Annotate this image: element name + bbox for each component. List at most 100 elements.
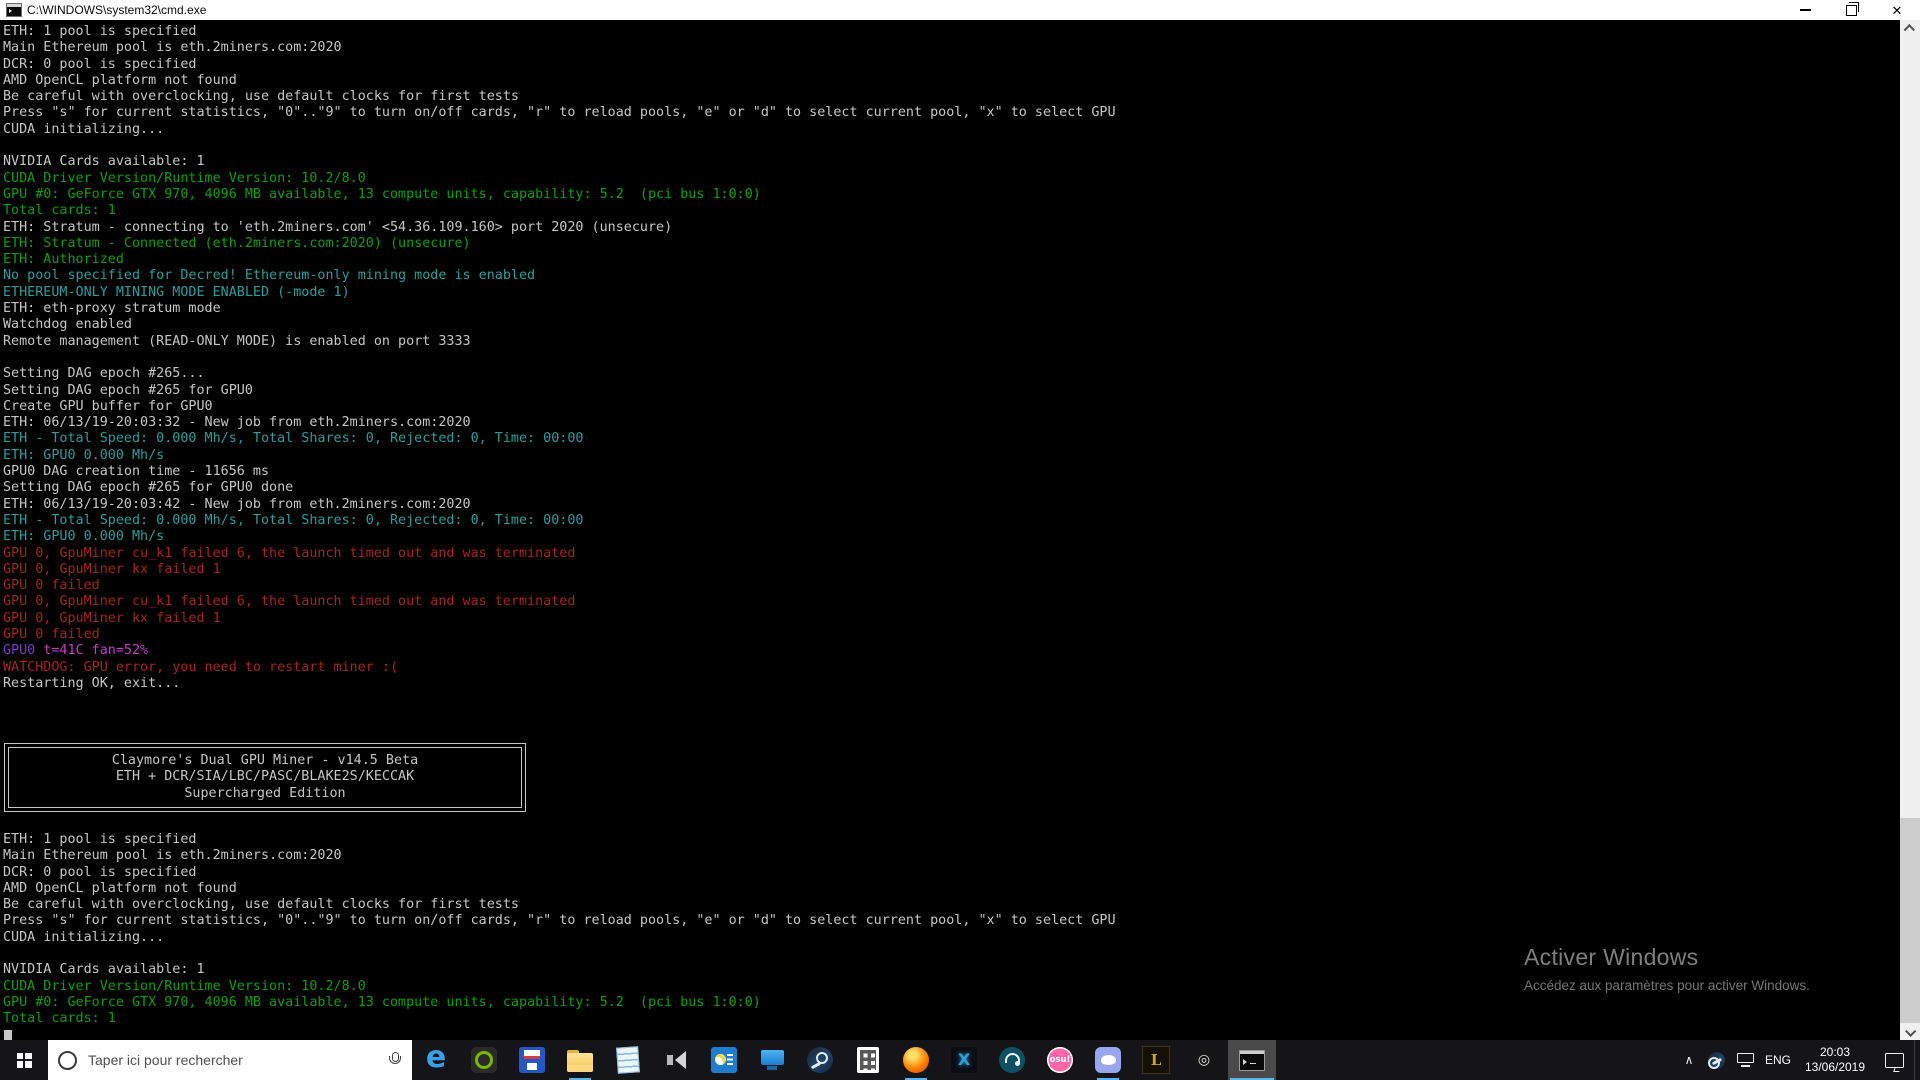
cmd-window-icon <box>6 3 22 17</box>
action-center-icon <box>1884 1052 1904 1068</box>
steam-icon <box>807 1047 833 1073</box>
taskbar-button-monitor[interactable] <box>748 1040 796 1080</box>
steam-tray-icon[interactable] <box>1702 1040 1730 1080</box>
console-line: ETH: 1 pool is specified <box>3 831 197 847</box>
taskbar-button-firefox[interactable] <box>892 1040 940 1080</box>
console-line: Total cards: 1 <box>3 203 116 219</box>
console-line: Be careful with overclocking, use defaul… <box>3 89 519 105</box>
banner-line-2: ETH + DCR/SIA/LBC/PASC/BLAKE2S/KECCAK <box>115 769 415 785</box>
taskbar-button-spiral[interactable]: ◎ <box>1180 1040 1228 1080</box>
scrollbar[interactable] <box>1900 20 1920 1040</box>
firefox-icon <box>903 1047 929 1073</box>
taskbar-button-game[interactable]: X <box>940 1040 988 1080</box>
console-line: ETHEREUM-ONLY MINING MODE ENABLED (-mode… <box>3 284 350 300</box>
console-line: No pool specified for Decred! Ethereum-o… <box>3 268 536 284</box>
taskbar-button-speaker[interactable] <box>652 1040 700 1080</box>
action-center-button[interactable] <box>1874 1040 1914 1080</box>
activate-windows-watermark: Activer Windows Accédez aux paramètres p… <box>1524 944 1810 993</box>
search-input[interactable] <box>86 1051 378 1069</box>
console-line: DCR: 0 pool is specified <box>3 56 197 72</box>
taskbar-clock[interactable]: 20:03 13/06/2019 <box>1796 1040 1874 1080</box>
save-icon <box>519 1047 545 1073</box>
monitor-icon <box>759 1047 785 1073</box>
minimize-button[interactable] <box>1782 0 1828 20</box>
console-line: Remote management (READ-ONLY MODE) is en… <box>3 333 471 349</box>
console-line: AMD OpenCL platform not found <box>3 72 237 88</box>
console-line: Total cards: 1 <box>3 1011 116 1027</box>
console-line: ETH: Authorized <box>3 252 124 268</box>
console-line: ETH: 06/13/19-20:03:32 - New job from et… <box>3 415 471 431</box>
taskbar-button-nvidia[interactable] <box>460 1040 508 1080</box>
taskbar-button-lol[interactable]: L <box>1132 1040 1180 1080</box>
taskbar-button-headset[interactable] <box>988 1040 1036 1080</box>
taskbar-button-notepad[interactable] <box>604 1040 652 1080</box>
console-line: NVIDIA Cards available: 1 <box>3 154 205 170</box>
console-output[interactable]: ETH: 1 pool is specified Main Ethereum po… <box>0 20 1920 1040</box>
clock-time: 20:03 <box>1819 1045 1851 1059</box>
console-line: GPU 0 failed <box>3 578 100 594</box>
taskbar-button-calculator[interactable] <box>844 1040 892 1080</box>
taskbar-search[interactable] <box>48 1040 412 1080</box>
start-button[interactable] <box>0 1040 48 1080</box>
console-line: Main Ethereum pool is eth.2miners.com:20… <box>3 848 342 864</box>
console-line: ETH - Total Speed: 0.000 Mh/s, Total Sha… <box>3 512 584 528</box>
taskbar-button-save[interactable] <box>508 1040 556 1080</box>
console-line: ETH: 06/13/19-20:03:42 - New job from et… <box>3 496 471 512</box>
console-line: CUDA initializing... <box>3 121 165 137</box>
windows-logo-icon <box>16 1052 32 1068</box>
ethernet-icon <box>1736 1053 1754 1067</box>
tray-chevron-icon[interactable]: ∧ <box>1676 1040 1702 1080</box>
taskbar: e Xosu! L ◎ ∧ ENG 20:03 13/06/2019 <box>0 1040 1920 1080</box>
taskbar-button-steam[interactable] <box>796 1040 844 1080</box>
console-line: GPU 0, GpuMiner kx failed 1 <box>3 610 221 626</box>
window-title: C:\WINDOWS\system32\cmd.exe <box>27 3 207 17</box>
taskbar-button-discord[interactable] <box>1084 1040 1132 1080</box>
window-titlebar: C:\WINDOWS\system32\cmd.exe ✕ <box>0 0 1920 20</box>
scroll-thumb[interactable] <box>1900 818 1920 1023</box>
system-icon <box>711 1047 737 1073</box>
network-icon[interactable] <box>1730 1040 1760 1080</box>
scroll-up-button[interactable] <box>1900 20 1920 37</box>
watermark-title: Activer Windows <box>1524 944 1699 970</box>
chevron-up-icon <box>1903 23 1915 35</box>
console-line: Setting DAG epoch #265 for GPU0 <box>3 382 253 398</box>
cmd-icon <box>1239 1049 1265 1071</box>
console-line: WATCHDOG: GPU error, you need to restart… <box>3 659 399 675</box>
clock-date: 13/06/2019 <box>1804 1060 1866 1074</box>
miner-banner: Claymore's Dual GPU Miner - v14.5 Beta E… <box>4 743 526 812</box>
console-line: GPU0 t=41C fan=52% <box>3 643 149 659</box>
watermark-subtitle: Accédez aux paramètres pour activer Wind… <box>1524 978 1810 993</box>
steam-icon <box>1707 1051 1725 1069</box>
microphone-icon[interactable] <box>387 1051 402 1069</box>
lol-icon: L <box>1142 1046 1170 1074</box>
console-line: ETH: Stratum - connecting to 'eth.2miner… <box>3 219 673 235</box>
edge-icon: e <box>425 1040 447 1075</box>
taskbar-button-explorer[interactable] <box>556 1040 604 1080</box>
taskbar-button-osu[interactable]: osu! <box>1036 1040 1084 1080</box>
nvidia-icon <box>471 1047 497 1073</box>
console-line: Create GPU buffer for GPU0 <box>3 398 213 414</box>
banner-line-1: Claymore's Dual GPU Miner - v14.5 Beta <box>111 753 419 769</box>
taskbar-apps: e Xosu! L ◎ <box>412 1040 1276 1080</box>
console-top-block: ETH: 1 pool is specified Main Ethereum po… <box>3 24 1920 741</box>
console-line: GPU0 DAG creation time - 11656 ms <box>3 464 270 480</box>
taskbar-button-edge[interactable]: e <box>412 1040 460 1080</box>
console-line: GPU 0, GpuMiner cu_k1 failed 6, the laun… <box>3 594 576 610</box>
console-cursor <box>4 1029 12 1040</box>
console-line: ETH: Stratum - Connected (eth.2miners.co… <box>3 235 471 251</box>
scroll-down-button[interactable] <box>1900 1023 1920 1040</box>
console-bottom-block: ETH: 1 pool is specified Main Ethereum po… <box>3 832 1920 1028</box>
console-line: GPU #0: GeForce GTX 970, 4096 MB availab… <box>3 994 761 1010</box>
language-indicator[interactable]: ENG <box>1760 1040 1796 1080</box>
taskbar-button-system[interactable] <box>700 1040 748 1080</box>
window-controls: ✕ <box>1782 0 1920 20</box>
console-line: Setting DAG epoch #265... <box>3 366 205 382</box>
taskbar-button-cmd[interactable] <box>1228 1040 1276 1080</box>
console-line: Press "s" for current statistics, "0".."… <box>3 913 1116 929</box>
show-desktop-button[interactable] <box>1914 1040 1920 1080</box>
restore-button[interactable] <box>1828 0 1874 20</box>
close-button[interactable]: ✕ <box>1874 0 1920 20</box>
